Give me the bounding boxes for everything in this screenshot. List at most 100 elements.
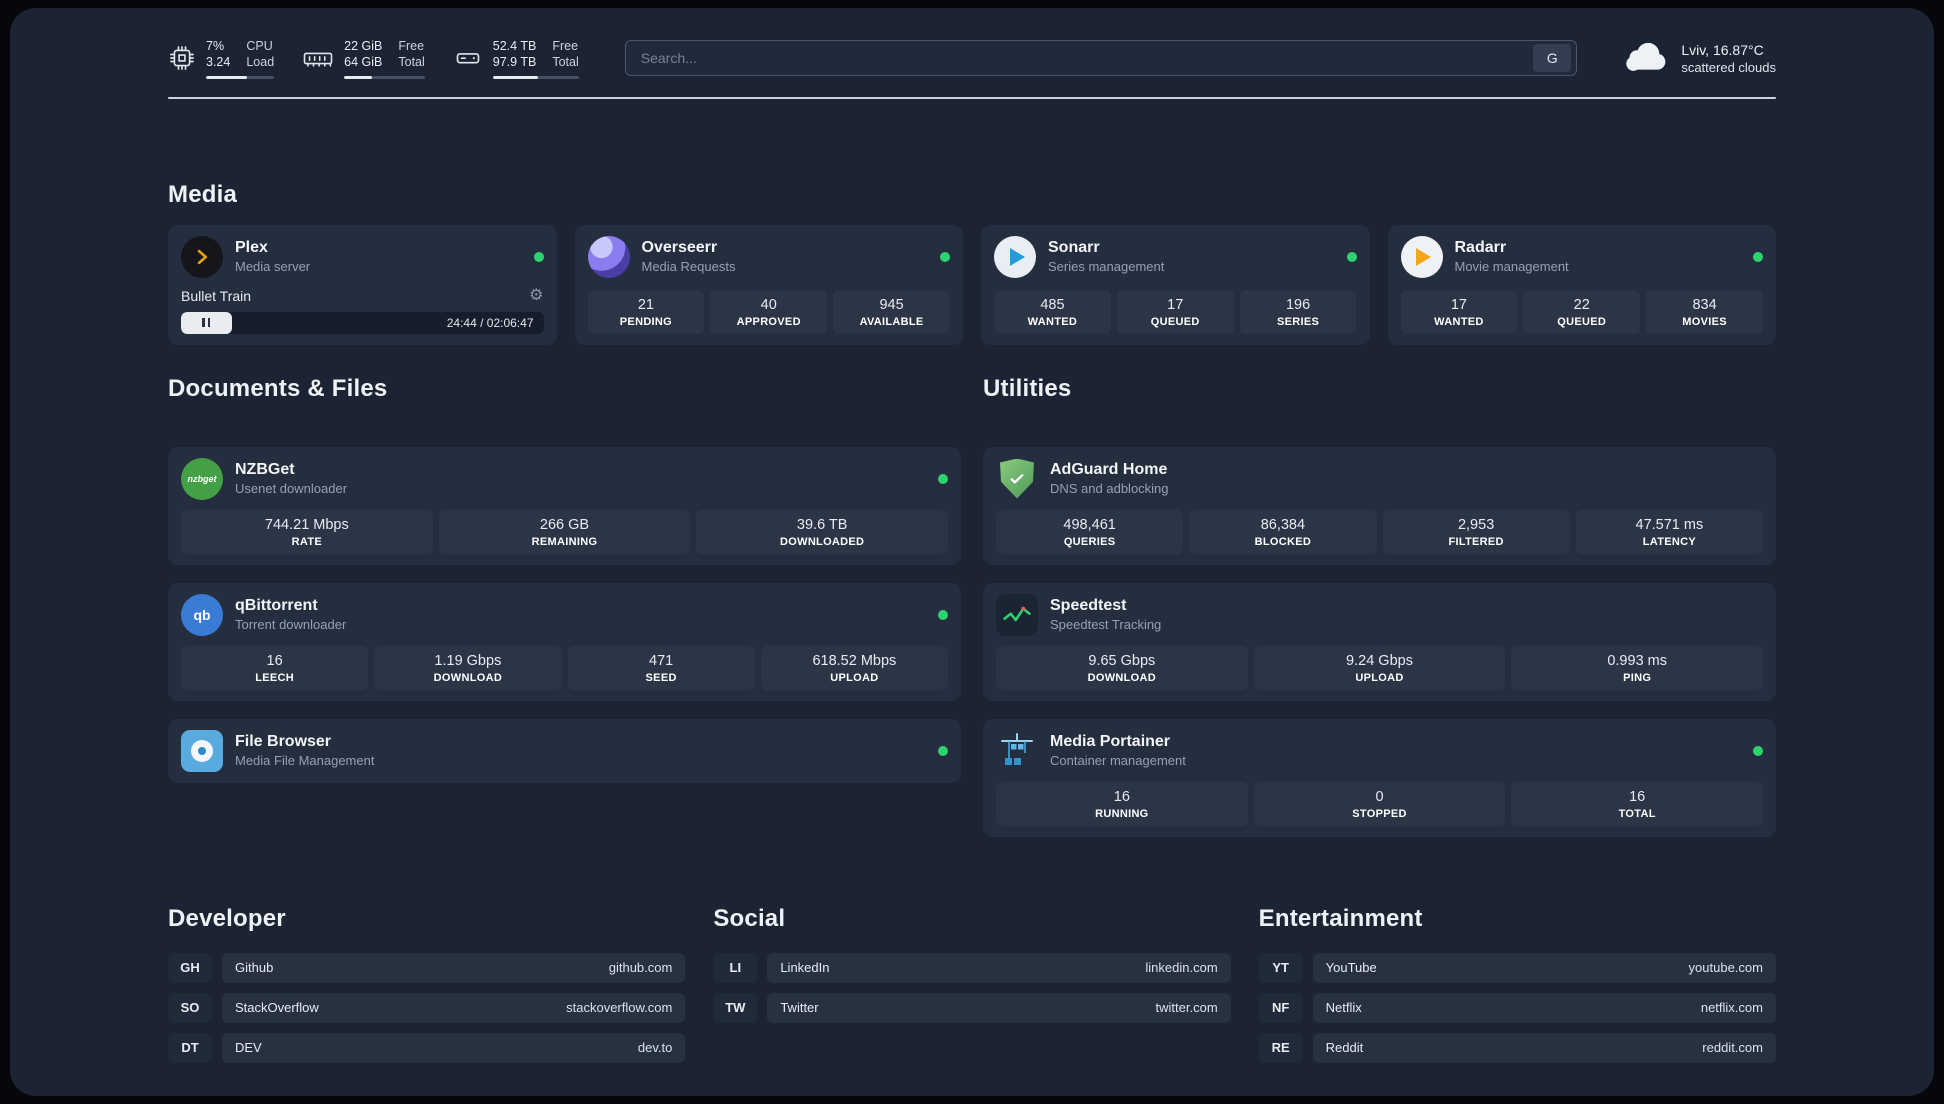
- adguard-shield-icon: [996, 458, 1038, 500]
- app-subtitle: Speedtest Tracking: [1050, 617, 1162, 632]
- stat-value: 0: [1375, 788, 1384, 805]
- bookmark-netflix[interactable]: NF Netflix netflix.com: [1258, 992, 1776, 1023]
- stat-pending: 21 PENDING: [587, 289, 705, 334]
- bookmark-url: twitter.com: [1155, 1000, 1218, 1015]
- bookmark-twitter[interactable]: TW Twitter twitter.com: [713, 992, 1231, 1023]
- stat-value: 17: [1167, 296, 1184, 313]
- playback-seek-bar[interactable]: 24:44 / 02:06:47: [181, 311, 544, 334]
- app-card-adguard[interactable]: AdGuard Home DNS and adblocking 498,461 …: [983, 446, 1776, 565]
- stat-value: 485: [1040, 296, 1065, 313]
- stat-label: MOVIES: [1682, 315, 1727, 328]
- bookmark-youtube[interactable]: YT YouTube youtube.com: [1258, 952, 1776, 983]
- stat-download: 9.65 Gbps DOWNLOAD: [996, 645, 1248, 690]
- stat-label: WANTED: [1027, 315, 1078, 328]
- disk-icon: [453, 44, 483, 72]
- bookmark-abbr[interactable]: TW: [713, 992, 758, 1023]
- bookmark-stackoverflow[interactable]: SO StackOverflow stackoverflow.com: [168, 992, 686, 1023]
- section-entertainment: Entertainment YT YouTube youtube.com NF …: [1258, 905, 1776, 1063]
- bookmark-dev[interactable]: DT DEV dev.to: [168, 1032, 686, 1063]
- bookmark-abbr[interactable]: LI: [713, 952, 758, 983]
- app-card-sonarr[interactable]: Sonarr Series management 485 WANTED 17 Q…: [981, 224, 1370, 345]
- app-name: Sonarr: [1048, 239, 1100, 256]
- cpu-monitor: 7% 3.24 CPU Load: [168, 38, 275, 79]
- bookmark-url: youtube.com: [1688, 960, 1763, 975]
- app-card-nzbget[interactable]: nzbget NZBGet Usenet downloader 744.21 M…: [168, 446, 961, 565]
- stat-label: SEED: [645, 671, 677, 684]
- stat-label: UPLOAD: [1355, 671, 1404, 684]
- bookmark-reddit[interactable]: RE Reddit reddit.com: [1258, 1032, 1776, 1063]
- bookmark-abbr[interactable]: RE: [1258, 1032, 1303, 1063]
- section-documents: Documents & Files nzbget NZBGet Usenet d…: [168, 375, 961, 837]
- stat-download: 1.19 Gbps DOWNLOAD: [374, 645, 562, 690]
- app-card-plex[interactable]: Plex Media server Bullet Train ⚙ 24:44 /…: [168, 224, 557, 345]
- stat-series: 196 SERIES: [1239, 289, 1357, 334]
- stat-running: 16 RUNNING: [996, 781, 1248, 826]
- stat-value: 834: [1692, 296, 1717, 313]
- stat-label: PENDING: [619, 315, 673, 328]
- section-media: Media Plex Media server Bullet Train ⚙ 2…: [168, 181, 1776, 345]
- bookmark-abbr[interactable]: GH: [168, 952, 212, 983]
- sonarr-icon: [994, 235, 1036, 278]
- storage-total-value: 97.9 TB: [492, 55, 537, 70]
- stat-remaining: 266 GB REMAINING: [438, 509, 691, 554]
- stat-total: 16 TOTAL: [1511, 781, 1764, 826]
- app-subtitle: Media File Management: [235, 753, 375, 768]
- app-name: Speedtest: [1050, 597, 1127, 614]
- nzbget-icon: nzbget: [181, 457, 223, 500]
- app-subtitle: DNS and adblocking: [1050, 481, 1169, 496]
- stat-wanted: 485 WANTED: [994, 289, 1111, 334]
- app-subtitle: Torrent downloader: [235, 617, 347, 632]
- bookmark-url: netflix.com: [1700, 1000, 1763, 1015]
- search-engine-button[interactable]: G: [1533, 44, 1572, 73]
- bookmark-abbr[interactable]: SO: [168, 992, 212, 1023]
- cpu-percent: 7%: [206, 39, 225, 53]
- stat-label: STOPPED: [1352, 807, 1407, 820]
- gear-icon[interactable]: ⚙: [529, 287, 543, 304]
- bookmark-abbr[interactable]: NF: [1258, 992, 1303, 1023]
- stat-value: 9.24 Gbps: [1346, 652, 1413, 669]
- stat-label: WANTED: [1434, 315, 1484, 328]
- weather-condition: scattered clouds: [1681, 59, 1776, 75]
- app-card-speedtest[interactable]: Speedtest Speedtest Tracking 9.65 Gbps D…: [983, 582, 1776, 701]
- topbar: 7% 3.24 CPU Load 22 GiB 64 GiB Free Tota…: [168, 38, 1776, 79]
- stat-downloaded: 39.6 TB DOWNLOADED: [696, 509, 949, 554]
- memory-free-value: 22 GiB: [344, 39, 383, 53]
- stat-value: 266 GB: [539, 516, 590, 533]
- bookmark-linkedin[interactable]: LI LinkedIn linkedin.com: [713, 952, 1231, 983]
- app-name: Radarr: [1454, 239, 1507, 256]
- search-input[interactable]: [638, 49, 1534, 68]
- bookmark-url: reddit.com: [1702, 1040, 1763, 1055]
- app-card-overseerr[interactable]: Overseerr Media Requests 21 PENDING 40 A…: [574, 224, 963, 345]
- bookmark-url: linkedin.com: [1145, 960, 1218, 975]
- bookmark-url: github.com: [608, 960, 673, 975]
- app-card-qbittorrent[interactable]: qb qBittorrent Torrent downloader 16 LEE…: [168, 582, 961, 701]
- nzbget-icon-text: nzbget: [187, 473, 217, 484]
- stat-wanted: 17 WANTED: [1400, 289, 1518, 334]
- stat-label: RUNNING: [1095, 807, 1149, 820]
- pause-button[interactable]: [181, 311, 232, 334]
- app-subtitle: Usenet downloader: [235, 481, 348, 496]
- stat-label: UPLOAD: [830, 671, 879, 684]
- stat-value: 21: [637, 296, 654, 313]
- bookmark-abbr[interactable]: YT: [1258, 952, 1303, 983]
- weather-location: Lviv, 16.87°C: [1681, 41, 1764, 58]
- section-social: Social LI LinkedIn linkedin.com TW Twitt…: [713, 905, 1231, 1063]
- app-subtitle: Series management: [1048, 259, 1165, 274]
- stat-label: SERIES: [1276, 315, 1320, 328]
- stat-leech: 16 LEECH: [181, 645, 369, 690]
- bookmark-github[interactable]: GH Github github.com: [168, 952, 686, 983]
- section-utilities: Utilities AdGuard Home DNS and adblockin…: [983, 375, 1776, 837]
- search-bar: G: [624, 40, 1578, 77]
- bookmark-abbr[interactable]: DT: [168, 1032, 212, 1063]
- stat-value: 86,384: [1260, 516, 1306, 533]
- status-dot: [1753, 745, 1763, 756]
- app-card-portainer[interactable]: Media Portainer Container management 16 …: [983, 718, 1776, 837]
- memory-monitor: 22 GiB 64 GiB Free Total: [302, 38, 425, 79]
- stat-label: DOWNLOAD: [433, 671, 503, 684]
- app-card-radarr[interactable]: Radarr Movie management 17 WANTED 22 QUE…: [1387, 224, 1776, 345]
- stat-label: BLOCKED: [1254, 535, 1312, 548]
- stat-value: 17: [1450, 296, 1467, 313]
- app-name: Overseerr: [641, 239, 718, 256]
- app-card-filebrowser[interactable]: File Browser Media File Management: [168, 718, 961, 783]
- stat-label: RATE: [291, 535, 322, 548]
